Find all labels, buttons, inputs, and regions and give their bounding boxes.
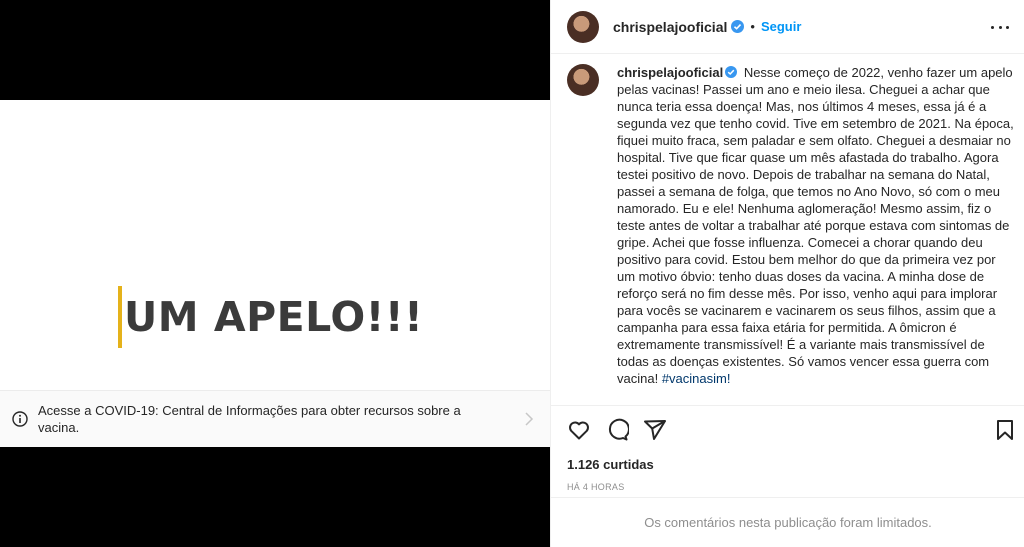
- text-cursor-bar: [118, 286, 122, 348]
- chevron-right-icon: [525, 412, 534, 426]
- caption-username[interactable]: chrispelajooficial: [617, 65, 723, 80]
- post-timestamp[interactable]: HÁ 4 HORAS: [567, 482, 625, 492]
- likes-count[interactable]: 1.126 curtidas: [567, 457, 654, 472]
- avatar[interactable]: [567, 10, 599, 43]
- post-header: chrispelajooficial • Seguir: [551, 0, 1024, 54]
- post-headline: UM APELO!!!: [124, 293, 424, 341]
- caption-avatar[interactable]: [567, 64, 599, 96]
- separator-dot: •: [750, 19, 755, 34]
- caption-text: chrispelajooficial Nesse começo de 2022,…: [617, 64, 1017, 387]
- covid-info-banner[interactable]: Acesse a COVID-19: Central de Informaçõe…: [0, 390, 550, 447]
- post-sidebar: chrispelajooficial • Seguir chrispelajoo…: [550, 0, 1024, 547]
- action-bar: [551, 405, 1024, 451]
- post-image: UM APELO!!!: [0, 100, 550, 390]
- more-options-icon[interactable]: [991, 19, 1009, 35]
- headline-wrap: UM APELO!!!: [118, 286, 423, 348]
- follow-button[interactable]: Seguir: [761, 19, 801, 34]
- share-icon[interactable]: [643, 418, 667, 442]
- covid-banner-text: Acesse a COVID-19: Central de Informaçõe…: [38, 403, 461, 435]
- post-caption: chrispelajooficial Nesse começo de 2022,…: [567, 64, 1017, 387]
- comment-icon[interactable]: [605, 418, 629, 442]
- info-icon: [12, 411, 28, 427]
- caption-body: Nesse começo de 2022, venho fazer um ape…: [617, 65, 1014, 386]
- verified-badge-icon: [725, 66, 738, 78]
- verified-badge-icon: [731, 20, 745, 33]
- bookmark-icon[interactable]: [993, 418, 1017, 442]
- header-username[interactable]: chrispelajooficial: [613, 19, 727, 35]
- post-media: UM APELO!!! Acesse a COVID-19: Central d…: [0, 0, 550, 547]
- hashtag-link[interactable]: #vacinasim!: [662, 371, 731, 386]
- comments-limited-notice: Os comentários nesta publicação foram li…: [551, 497, 1024, 547]
- heart-icon[interactable]: [567, 418, 591, 442]
